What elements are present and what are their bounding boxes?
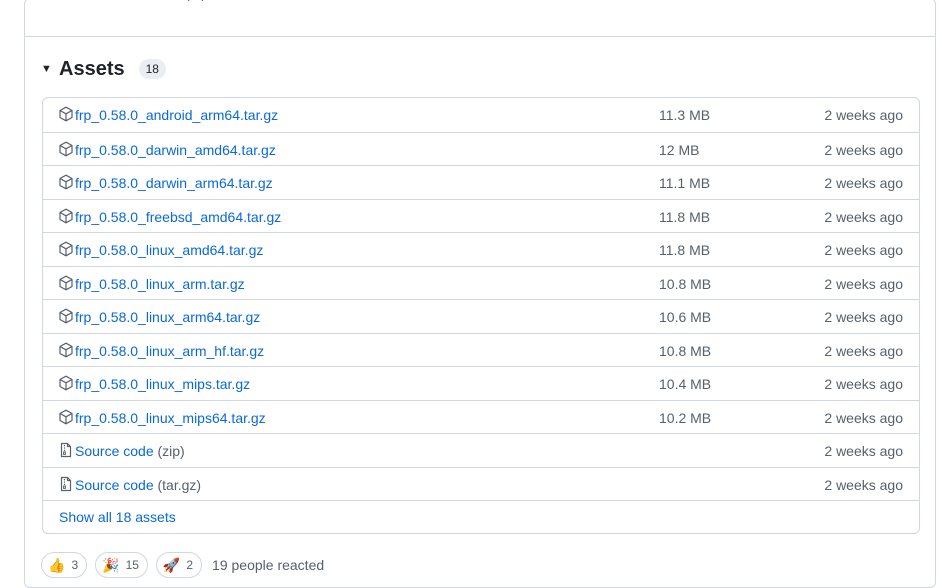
reactions-summary: 19 people reacted <box>212 557 325 573</box>
source-format: (tar.gz) <box>157 477 202 493</box>
package-icon <box>59 308 73 324</box>
asset-size: 10.8 MB <box>659 343 712 359</box>
asset-link[interactable]: frp_0.58.0_android_arm64.tar.gz <box>75 107 278 123</box>
reaction-rocket[interactable]: 🚀 2 <box>155 552 203 578</box>
source-format: (zip) <box>157 443 185 459</box>
asset-row: frp_0.58.0_freebsd_amd64.tar.gz 11.8 MB … <box>43 199 919 233</box>
asset-link[interactable]: frp_0.58.0_linux_arm.tar.gz <box>75 276 245 292</box>
asset-time: 2 weeks ago <box>824 209 903 225</box>
asset-size: 12 MB <box>659 142 700 158</box>
asset-row: frp_0.58.0_android_arm64.tar.gz 11.3 MB … <box>43 98 919 132</box>
divider <box>25 36 935 37</box>
source-code-row: Source code (zip) 2 weeks ago <box>43 433 919 467</box>
asset-row: frp_0.58.0_darwin_amd64.tar.gz 12 MB 2 w… <box>43 132 919 166</box>
asset-row: frp_0.58.0_darwin_arm64.tar.gz 11.1 MB 2… <box>43 165 919 199</box>
asset-link[interactable]: frp_0.58.0_darwin_amd64.tar.gz <box>75 142 276 158</box>
reaction-count: 2 <box>186 558 194 572</box>
asset-size: 11.3 MB <box>659 107 711 123</box>
show-all-assets-link[interactable]: Show all 18 assets <box>59 509 176 525</box>
asset-link[interactable]: frp_0.58.0_darwin_arm64.tar.gz <box>75 175 273 191</box>
asset-link[interactable]: frp_0.58.0_linux_arm64.tar.gz <box>75 309 260 325</box>
asset-time: 2 weeks ago <box>824 477 903 493</box>
package-icon <box>59 208 73 224</box>
asset-row: frp_0.58.0_linux_mips64.tar.gz 10.2 MB 2… <box>43 400 919 434</box>
assets-header[interactable]: ▼ Assets 18 <box>41 57 166 81</box>
package-icon <box>59 409 73 425</box>
asset-time: 2 weeks ago <box>824 410 903 426</box>
assets-title[interactable]: Assets <box>59 58 125 81</box>
package-icon <box>59 106 73 122</box>
source-code-row: Source code (tar.gz) 2 weeks ago <box>43 467 919 501</box>
asset-size: 10.8 MB <box>659 276 712 292</box>
asset-row: frp_0.58.0_linux_amd64.tar.gz 11.8 MB 2 … <box>43 232 919 266</box>
asset-time: 2 weeks ago <box>824 343 903 359</box>
package-icon <box>59 174 73 190</box>
asset-time: 2 weeks ago <box>824 276 903 292</box>
reaction-count: 15 <box>125 558 139 572</box>
asset-time: 2 weeks ago <box>824 107 903 123</box>
file-zip-icon <box>60 442 72 458</box>
asset-link[interactable]: frp_0.58.0_linux_mips64.tar.gz <box>75 410 266 426</box>
asset-link[interactable]: frp_0.58.0_freebsd_amd64.tar.gz <box>75 209 281 225</box>
thumbs-up-icon: 👍 <box>48 556 66 573</box>
source-code-zip-link[interactable]: Source code (zip) <box>75 443 185 459</box>
asset-size: 10.4 MB <box>659 376 712 392</box>
asset-row: frp_0.58.0_linux_arm_hf.tar.gz 10.8 MB 2… <box>43 333 919 367</box>
asset-size: 11.8 MB <box>659 209 711 225</box>
source-code-targz-link[interactable]: Source code (tar.gz) <box>75 477 201 493</box>
asset-size: 11.8 MB <box>659 242 711 258</box>
package-icon <box>59 241 73 257</box>
asset-time: 2 weeks ago <box>824 142 903 158</box>
package-icon <box>59 375 73 391</box>
asset-time: 2 weeks ago <box>824 175 903 191</box>
asset-row: frp_0.58.0_linux_mips.tar.gz 10.4 MB 2 w… <box>43 366 919 400</box>
reaction-thumbs-up[interactable]: 👍 3 <box>41 552 88 578</box>
file-zip-icon <box>60 476 72 492</box>
asset-link[interactable]: frp_0.58.0_linux_amd64.tar.gz <box>75 242 263 258</box>
asset-row: frp_0.58.0_linux_arm.tar.gz 10.8 MB 2 we… <box>43 266 919 300</box>
assets-count-badge: 18 <box>138 59 166 79</box>
caret-down-icon[interactable]: ▼ <box>41 63 59 75</box>
asset-link[interactable]: frp_0.58.0_linux_mips.tar.gz <box>75 376 250 392</box>
package-icon <box>59 141 73 157</box>
asset-link[interactable]: frp_0.58.0_linux_arm_hf.tar.gz <box>75 343 264 359</box>
asset-time: 2 weeks ago <box>824 443 903 459</box>
asset-row: frp_0.58.0_linux_arm64.tar.gz 10.6 MB 2 … <box>43 299 919 333</box>
reactions-bar: 👍 3 🎉 15 🚀 2 19 people reacted <box>41 552 324 578</box>
party-popper-icon: 🎉 <box>102 556 120 573</box>
asset-time: 2 weeks ago <box>824 376 903 392</box>
reaction-count: 3 <box>71 558 79 572</box>
asset-time: 2 weeks ago <box>824 242 903 258</box>
assets-list: frp_0.58.0_android_arm64.tar.gz 11.3 MB … <box>42 97 920 534</box>
rocket-icon: 🚀 <box>162 556 181 573</box>
asset-size: 10.2 MB <box>659 410 712 426</box>
asset-time: 2 weeks ago <box>824 309 903 325</box>
asset-size: 10.6 MB <box>659 309 712 325</box>
reaction-hooray[interactable]: 🎉 15 <box>95 552 148 578</box>
release-card: (...) ▼ Assets 18 frp_0.58.0_android_arm… <box>24 0 936 588</box>
package-icon <box>59 342 73 358</box>
show-all-row: Show all 18 assets <box>43 500 919 533</box>
asset-size: 11.1 MB <box>659 175 711 191</box>
previous-section-fragment: (...) <box>185 0 206 1</box>
package-icon <box>59 275 73 291</box>
